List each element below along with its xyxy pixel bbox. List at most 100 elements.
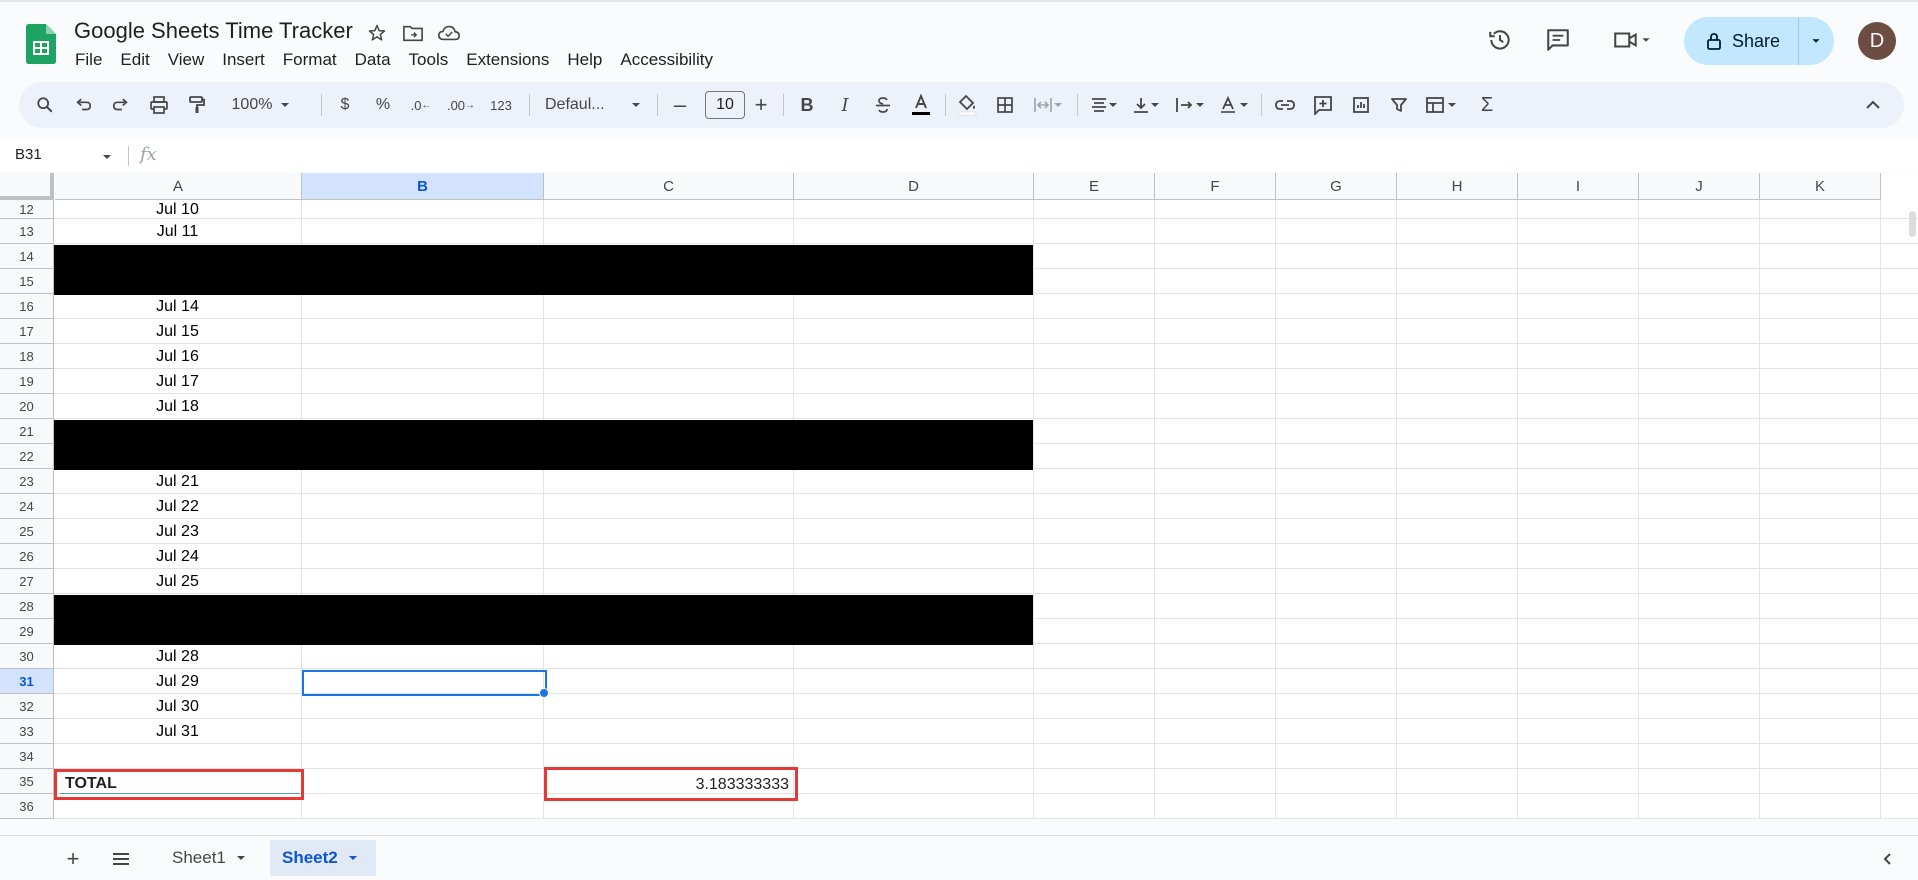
column-header-d[interactable]: D xyxy=(794,173,1034,200)
horizontal-align-icon[interactable] xyxy=(1083,89,1125,121)
row-header-23[interactable]: 23 xyxy=(0,469,54,494)
row-header-16[interactable]: 16 xyxy=(0,294,54,319)
column-header-b[interactable]: B xyxy=(302,173,544,200)
more-formats-button[interactable]: 123 xyxy=(483,89,519,121)
column-header-h[interactable]: H xyxy=(1397,173,1518,200)
row-header-18[interactable]: 18 xyxy=(0,344,54,369)
format-currency-button[interactable]: $ xyxy=(329,89,361,121)
meet-icon[interactable] xyxy=(1602,16,1662,64)
cell-a16[interactable]: Jul 14 xyxy=(54,298,301,316)
row-header-33[interactable]: 33 xyxy=(0,719,54,744)
menu-tools[interactable]: Tools xyxy=(400,48,458,72)
insert-link-icon[interactable] xyxy=(1269,89,1301,121)
vertical-scrollbar[interactable] xyxy=(1909,211,1916,237)
cloud-saved-icon[interactable] xyxy=(436,20,462,46)
row-header-26[interactable]: 26 xyxy=(0,544,54,569)
side-panel-toggle-icon[interactable] xyxy=(1872,844,1902,874)
zoom-select[interactable]: 100% xyxy=(229,89,293,121)
menu-file[interactable]: File xyxy=(66,48,111,72)
cell-a19[interactable]: Jul 17 xyxy=(54,373,301,391)
menu-accessibility[interactable]: Accessibility xyxy=(611,48,722,72)
selected-cell-b31[interactable] xyxy=(302,670,547,696)
cell-a23[interactable]: Jul 21 xyxy=(54,473,301,491)
insert-chart-icon[interactable] xyxy=(1345,89,1377,121)
cell-a17[interactable]: Jul 15 xyxy=(54,323,301,341)
functions-icon[interactable]: Σ xyxy=(1471,89,1503,121)
cell-a26[interactable]: Jul 24 xyxy=(54,548,301,566)
borders-icon[interactable] xyxy=(989,89,1021,121)
insert-comment-icon[interactable] xyxy=(1307,89,1339,121)
column-header-f[interactable]: F xyxy=(1155,173,1276,200)
row-header-12[interactable]: 12 xyxy=(0,200,54,219)
sheets-logo-icon[interactable] xyxy=(26,24,56,64)
name-box[interactable]: B31 xyxy=(15,146,42,163)
menu-insert[interactable]: Insert xyxy=(213,48,274,72)
cell-a25[interactable]: Jul 23 xyxy=(54,523,301,541)
format-percent-button[interactable]: % xyxy=(367,89,399,121)
column-header-i[interactable]: I xyxy=(1518,173,1639,200)
select-all-corner[interactable] xyxy=(0,173,54,200)
cell-a33[interactable]: Jul 31 xyxy=(54,723,301,741)
row-header-21[interactable]: 21 xyxy=(0,419,54,444)
column-header-k[interactable]: K xyxy=(1760,173,1881,200)
row-header-36[interactable]: 36 xyxy=(0,794,54,819)
sheet-tab-sheet2[interactable]: Sheet2 xyxy=(270,840,376,876)
filter-views-icon[interactable] xyxy=(1419,89,1463,121)
all-sheets-icon[interactable] xyxy=(106,844,136,874)
column-header-j[interactable]: J xyxy=(1639,173,1760,200)
star-icon[interactable] xyxy=(364,20,390,46)
cell-a20[interactable]: Jul 18 xyxy=(54,398,301,416)
row-header-31[interactable]: 31 xyxy=(0,669,54,694)
text-rotation-icon[interactable] xyxy=(1213,89,1255,121)
name-box-dropdown-icon[interactable] xyxy=(102,152,112,162)
collapse-menus-icon[interactable] xyxy=(1857,89,1889,121)
merge-cells-icon[interactable] xyxy=(1027,89,1069,121)
row-header-27[interactable]: 27 xyxy=(0,569,54,594)
row-header-29[interactable]: 29 xyxy=(0,619,54,644)
sheet-tab-sheet1[interactable]: Sheet1 xyxy=(160,840,264,876)
comments-icon[interactable] xyxy=(1538,16,1578,64)
share-dropdown-button[interactable] xyxy=(1799,35,1834,47)
decrease-decimal-button[interactable]: .0 ← xyxy=(405,89,437,121)
document-title[interactable]: Google Sheets Time Tracker xyxy=(74,18,353,44)
italic-icon[interactable]: I xyxy=(829,89,861,121)
share-button[interactable]: Share xyxy=(1684,17,1834,65)
undo-icon[interactable] xyxy=(67,89,99,121)
increase-decimal-button[interactable]: .00 → xyxy=(443,89,479,121)
row-header-25[interactable]: 25 xyxy=(0,519,54,544)
cell-a32[interactable]: Jul 30 xyxy=(54,698,301,716)
row-header-22[interactable]: 22 xyxy=(0,444,54,469)
cell-a13[interactable]: Jul 11 xyxy=(54,223,301,241)
fill-color-icon[interactable] xyxy=(951,89,983,121)
total-label-cell[interactable]: TOTAL xyxy=(54,769,304,800)
increase-font-size-icon[interactable]: + xyxy=(747,89,775,121)
cell-a24[interactable]: Jul 22 xyxy=(54,498,301,516)
menu-extensions[interactable]: Extensions xyxy=(457,48,558,72)
total-value-cell[interactable]: 3.183333333 xyxy=(544,767,798,801)
column-header-a[interactable]: A xyxy=(55,173,302,200)
row-header-13[interactable]: 13 xyxy=(0,219,54,244)
bold-icon[interactable]: B xyxy=(791,89,823,121)
row-header-30[interactable]: 30 xyxy=(0,644,54,669)
fill-handle[interactable] xyxy=(539,688,549,698)
row-header-15[interactable]: 15 xyxy=(0,269,54,294)
cell-a31[interactable]: Jul 29 xyxy=(54,673,301,691)
column-header-c[interactable]: C xyxy=(544,173,794,200)
row-header-32[interactable]: 32 xyxy=(0,694,54,719)
formula-input[interactable] xyxy=(170,146,1870,166)
column-header-g[interactable]: G xyxy=(1276,173,1397,200)
decrease-font-size-icon[interactable]: – xyxy=(666,89,694,121)
add-sheet-icon[interactable]: + xyxy=(58,844,88,874)
cell-a12[interactable]: Jul 10 xyxy=(54,201,301,219)
font-family-select[interactable]: Defaul... xyxy=(537,89,649,121)
version-history-icon[interactable] xyxy=(1480,16,1520,64)
menu-help[interactable]: Help xyxy=(558,48,611,72)
cell-a30[interactable]: Jul 28 xyxy=(54,648,301,666)
column-header-e[interactable]: E xyxy=(1034,173,1155,200)
redo-icon[interactable] xyxy=(105,89,137,121)
row-header-14[interactable]: 14 xyxy=(0,244,54,269)
menu-edit[interactable]: Edit xyxy=(111,48,158,72)
menu-view[interactable]: View xyxy=(159,48,214,72)
row-header-17[interactable]: 17 xyxy=(0,319,54,344)
vertical-align-icon[interactable] xyxy=(1125,89,1167,121)
